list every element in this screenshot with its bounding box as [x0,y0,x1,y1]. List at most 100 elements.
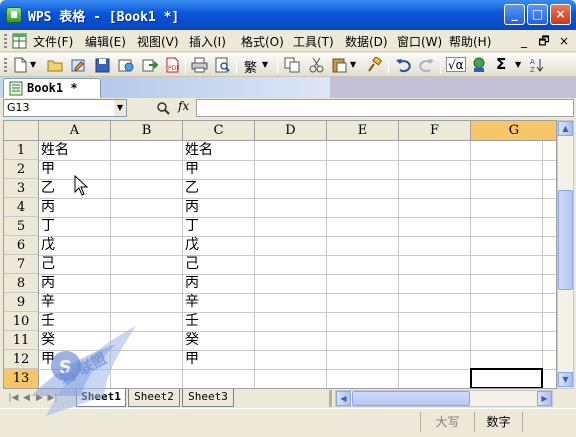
save-icon[interactable] [94,57,111,73]
insert-function-button[interactable]: fx [178,99,189,113]
search-function-icon[interactable] [155,100,171,116]
print-preview-icon[interactable] [214,57,231,73]
cell-A4[interactable]: 丙 [39,198,110,217]
menu-edit[interactable]: 编辑(E) [85,33,126,50]
doc-minimize-button[interactable]: _ [516,33,532,49]
column-header-A[interactable]: A [39,121,111,141]
publish-icon[interactable] [118,57,135,73]
menu-help[interactable]: 帮助(H) [449,33,491,50]
row-header[interactable]: 9 [4,293,39,312]
format-painter-icon[interactable] [366,55,383,73]
copy-icon[interactable] [284,57,301,73]
paste-dropdown-arrow[interactable]: ▼ [350,60,356,69]
cut-icon[interactable] [308,57,325,73]
menu-file[interactable]: 文件(F) [33,33,73,50]
selected-cell-G13[interactable] [470,368,543,388]
row-header[interactable]: 2 [4,160,39,179]
cell-C2[interactable]: 甲 [183,160,254,179]
row-header[interactable]: 10 [4,312,39,331]
print-icon[interactable] [191,57,208,73]
menu-insert[interactable]: 插入(I) [189,33,226,50]
close-button[interactable]: × [550,4,571,25]
tab-split-handle[interactable] [329,390,332,407]
cell-C1[interactable]: 姓名 [183,141,254,160]
spreadsheet-grid[interactable]: A B C D E F G 1 2 3 4 5 6 7 8 9 10 11 12… [3,120,557,389]
row-header[interactable]: 5 [4,217,39,236]
doc-close-button[interactable]: × [556,33,572,49]
sheet-tab-3[interactable]: Sheet3 [182,389,234,407]
name-box-dropdown-arrow[interactable]: ▼ [114,100,126,116]
row-header[interactable]: 4 [4,198,39,217]
row-header[interactable]: 1 [4,141,39,160]
column-header-C[interactable]: C [183,121,255,141]
row-header[interactable]: 3 [4,179,39,198]
first-sheet-button[interactable]: |◀ [8,391,19,405]
function-icon[interactable]: √α [446,57,466,72]
maximize-button[interactable]: □ [527,4,548,25]
sort-icon[interactable]: AZ [529,57,546,74]
cell-C7[interactable]: 己 [183,255,254,274]
cell-C4[interactable]: 丙 [183,198,254,217]
cell-C9[interactable]: 辛 [183,293,254,312]
edit-icon[interactable] [70,57,87,73]
formula-input[interactable] [196,99,574,117]
redo-icon[interactable] [418,57,435,73]
menu-tools[interactable]: 工具(T) [293,33,334,50]
cell-A8[interactable]: 丙 [39,274,110,293]
select-all-corner[interactable] [4,121,39,141]
traditional-dropdown-arrow[interactable]: ▼ [262,60,268,69]
scroll-down-button[interactable]: ▼ [558,372,573,387]
row-header[interactable]: 6 [4,236,39,255]
cell-C10[interactable]: 壬 [183,312,254,331]
sum-dropdown-arrow[interactable]: ▼ [515,60,521,69]
toolbar-grip[interactable] [4,58,7,72]
pdf-icon[interactable]: PDF [164,57,181,73]
cell-A10[interactable]: 壬 [39,312,110,331]
cell-A6[interactable]: 戊 [39,236,110,255]
last-sheet-button[interactable]: ▶| [47,391,58,405]
new-dropdown-arrow[interactable]: ▼ [30,60,36,69]
column-header-B[interactable]: B [111,121,183,141]
traditional-chinese-icon[interactable]: 繁 [244,57,257,76]
menu-data[interactable]: 数据(D) [345,33,388,50]
row-header[interactable]: 7 [4,255,39,274]
column-header-E[interactable]: E [327,121,399,141]
cell-A7[interactable]: 己 [39,255,110,274]
column-header-D[interactable]: D [255,121,327,141]
column-header-G[interactable]: G [471,121,556,141]
menu-format[interactable]: 格式(O) [241,33,284,50]
row-header[interactable]: 11 [4,331,39,350]
cell-C5[interactable]: 丁 [183,217,254,236]
sheet-tab-1[interactable]: Sheet1 [76,389,126,407]
spreadsheet-menu-icon[interactable] [12,33,28,49]
paste-icon[interactable] [331,57,348,73]
cell-C6[interactable]: 戊 [183,236,254,255]
wps-app-icon[interactable] [6,7,22,23]
row-header[interactable]: 8 [4,274,39,293]
cell-C3[interactable]: 乙 [183,179,254,198]
scroll-right-button[interactable]: ▶ [537,391,552,406]
next-sheet-button[interactable]: ▶ [34,391,45,405]
cell-C12[interactable]: 甲 [183,350,254,369]
cell-C8[interactable]: 丙 [183,274,254,293]
cell-A9[interactable]: 辛 [39,293,110,312]
menu-window[interactable]: 窗口(W) [397,33,442,50]
vertical-scroll-thumb[interactable] [558,190,573,290]
menu-grip[interactable] [4,34,7,48]
sheet-tab-2[interactable]: Sheet2 [128,389,180,407]
horizontal-scroll-thumb[interactable] [352,391,470,406]
row-header[interactable]: 12 [4,350,39,369]
menu-view[interactable]: 视图(V) [137,33,179,50]
doc-restore-button[interactable]: 🗗 [536,33,552,49]
export-icon[interactable] [141,57,159,73]
chart-icon[interactable] [471,57,488,73]
scroll-left-button[interactable]: ◀ [336,391,351,406]
previous-sheet-button[interactable]: ◀ [21,391,32,405]
new-icon[interactable] [12,57,29,73]
row-header[interactable]: 13 [4,369,39,388]
cell-A5[interactable]: 丁 [39,217,110,236]
undo-icon[interactable] [395,57,412,73]
name-box[interactable]: G13 [3,99,127,117]
cell-A1[interactable]: 姓名 [39,141,110,160]
open-icon[interactable] [47,57,64,73]
